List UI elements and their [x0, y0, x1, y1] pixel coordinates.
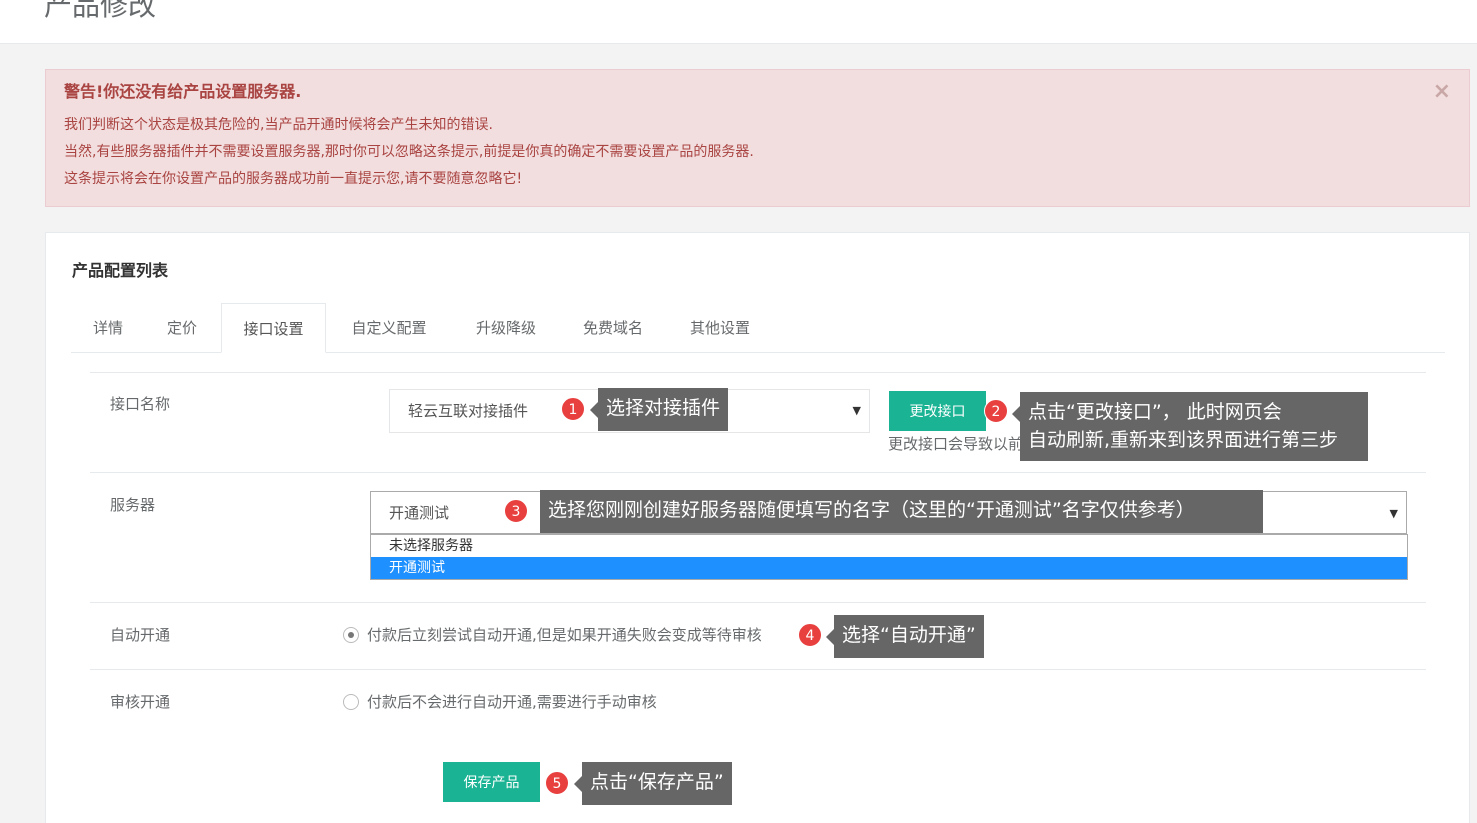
annotation-callout-2: 点击“更改接口”， 此时网页会 自动刷新,重新来到该界面进行第三步	[1012, 392, 1368, 461]
step-badge-3: 3	[504, 499, 528, 523]
step-badge-5: 5	[545, 771, 569, 795]
chevron-down-icon: ▼	[852, 404, 861, 417]
annotation-callout-1: 选择对接插件	[589, 388, 729, 431]
divider	[90, 472, 1426, 473]
review-activate-option-text: 付款后不会进行自动开通,需要进行手动审核	[367, 693, 657, 711]
divider	[90, 669, 1426, 670]
tab-pricing[interactable]: 定价	[145, 303, 219, 353]
page-header: 产品修改	[0, 0, 1477, 44]
warning-alert: 警告!你还没有给产品设置服务器. 我们判断这个状态是极其危险的,当产品开通时候将…	[45, 69, 1470, 207]
radio-checked-icon	[343, 627, 359, 643]
tab-upgrade-downgrade[interactable]: 升级降级	[461, 303, 551, 353]
step-badge-4: 4	[798, 623, 822, 647]
review-activate-radio[interactable]: 付款后不会进行自动开通,需要进行手动审核	[343, 691, 657, 712]
radio-unchecked-icon	[343, 694, 359, 710]
annotation-callout-2-line-2: 自动刷新,重新来到该界面进行第三步	[1028, 429, 1339, 451]
divider	[90, 602, 1426, 603]
tab-free-domain[interactable]: 免费域名	[568, 303, 658, 353]
alert-title: 警告!你还没有给产品设置服务器.	[64, 82, 302, 101]
server-option[interactable]: 未选择服务器	[371, 535, 1407, 557]
page-title: 产品修改	[44, 0, 157, 22]
tab-bar: 详情 定价 接口设置 自定义配置 升级降级 免费域名 其他设置	[71, 303, 1445, 353]
auto-activate-option-text: 付款后立刻尝试自动开通,但是如果开通失败会变成等待审核	[367, 626, 762, 644]
annotation-callout-3: 选择您刚刚创建好服务器随便填写的名字（这里的“开通测试”名字仅供参考）	[540, 490, 1263, 533]
divider	[90, 372, 1426, 373]
server-select-value: 开通测试	[389, 504, 450, 522]
tab-other-settings[interactable]: 其他设置	[675, 303, 765, 353]
panel-title: 产品配置列表	[72, 261, 169, 280]
tab-details[interactable]: 详情	[71, 303, 145, 353]
step-badge-1: 1	[561, 397, 585, 421]
server-label: 服务器	[110, 496, 156, 514]
close-icon[interactable]: ×	[1433, 78, 1451, 106]
change-interface-hint: 更改接口会导致以前	[888, 435, 1023, 453]
save-product-button[interactable]: 保存产品	[443, 762, 540, 802]
auto-activate-radio[interactable]: 付款后立刻尝试自动开通,但是如果开通失败会变成等待审核	[343, 624, 762, 645]
interface-label: 接口名称	[110, 395, 171, 413]
server-option-selected[interactable]: 开通测试	[371, 557, 1407, 579]
server-dropdown: 未选择服务器 开通测试	[370, 534, 1408, 580]
chevron-down-icon: ▼	[1389, 507, 1398, 520]
annotation-callout-5: 点击“保存产品”	[574, 762, 732, 805]
alert-line-2: 当然,有些服务器插件并不需要设置服务器,那时你可以忽略这条提示,前提是你真的确定…	[64, 144, 754, 160]
step-badge-2: 2	[984, 399, 1008, 423]
tab-interface-settings[interactable]: 接口设置	[221, 303, 326, 353]
auto-activate-label: 自动开通	[110, 626, 171, 644]
annotation-callout-4: 选择“自动开通”	[826, 615, 984, 658]
annotation-callout-2-line-1: 点击“更改接口”， 此时网页会	[1028, 401, 1282, 423]
alert-line-1: 我们判断这个状态是极其危险的,当产品开通时候将会产生未知的错误.	[64, 117, 493, 133]
interface-select-value: 轻云互联对接插件	[408, 402, 529, 420]
tab-custom-config[interactable]: 自定义配置	[333, 303, 445, 353]
change-interface-button[interactable]: 更改接口	[889, 391, 986, 431]
review-activate-label: 审核开通	[110, 693, 171, 711]
alert-line-3: 这条提示将会在你设置产品的服务器成功前一直提示您,请不要随意忽略它!	[64, 171, 523, 187]
